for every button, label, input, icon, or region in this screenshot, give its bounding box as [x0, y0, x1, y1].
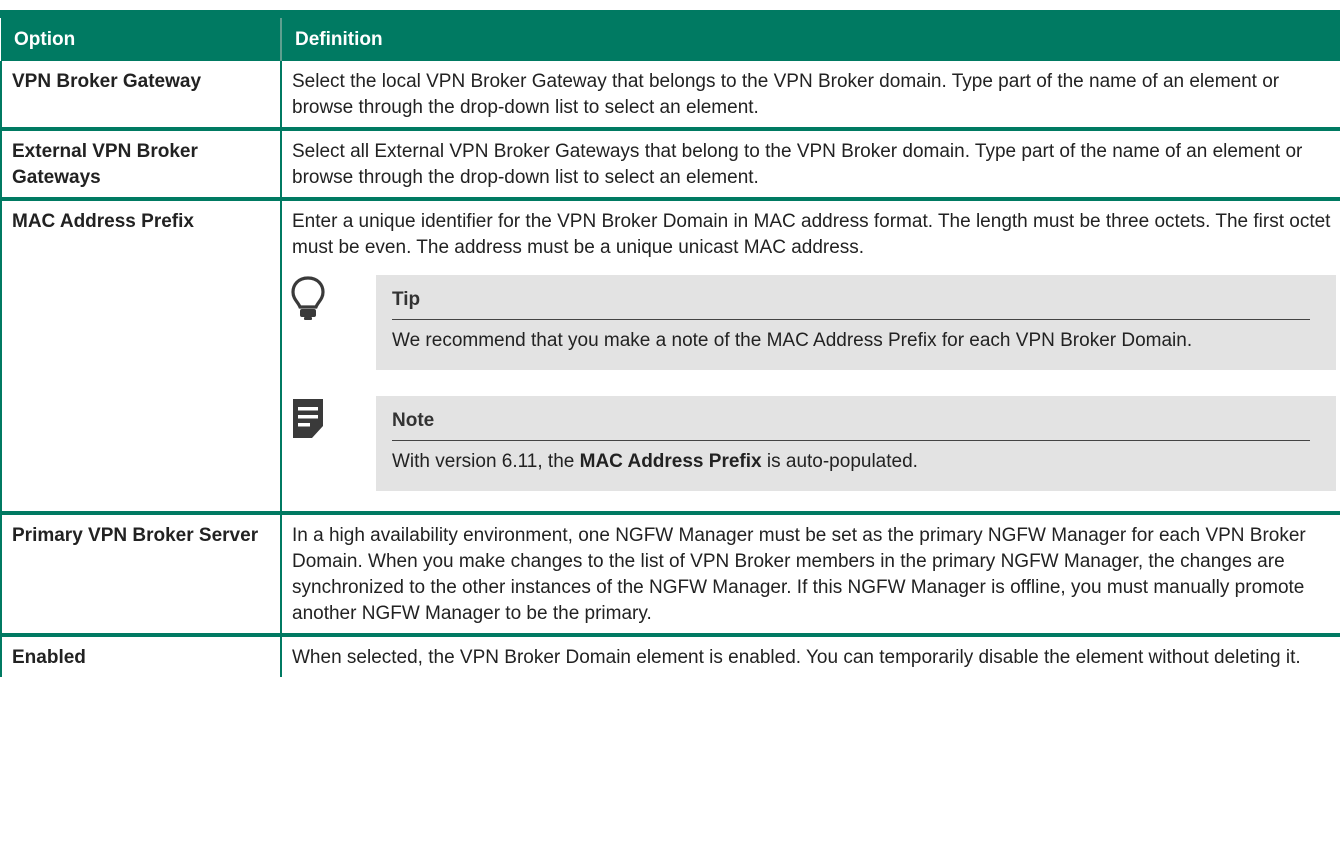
header-definition: Definition — [281, 18, 1340, 61]
note-box: Note With version 6.11, the MAC Address … — [376, 396, 1336, 491]
table-row: Primary VPN Broker Server In a high avai… — [0, 513, 1340, 637]
note-text-after: is auto-populated. — [761, 451, 918, 472]
option-name: Enabled — [0, 635, 282, 677]
option-definition: Select all External VPN Broker Gateways … — [280, 129, 1340, 201]
table-row: Enabled When selected, the VPN Broker Do… — [0, 635, 1340, 677]
tip-box: Tip We recommend that you make a note of… — [376, 275, 1336, 370]
header-option: Option — [1, 18, 282, 61]
option-name: MAC Address Prefix — [0, 199, 282, 515]
top-rule — [0, 10, 1340, 18]
note-text: With version 6.11, the MAC Address Prefi… — [392, 449, 1310, 475]
option-definition: When selected, the VPN Broker Domain ele… — [280, 635, 1340, 677]
table-header-row: Option Definition — [1, 18, 1340, 61]
option-name: External VPN Broker Gateways — [0, 129, 282, 201]
tip-title: Tip — [392, 287, 1310, 320]
note-title: Note — [392, 408, 1310, 441]
tip-callout: Tip We recommend that you make a note of… — [291, 275, 1336, 370]
option-definition: Enter a unique identifier for the VPN Br… — [292, 211, 1331, 258]
document-page: Option Definition VPN Broker Gateway Sel… — [0, 0, 1340, 854]
note-text-before: With version 6.11, the — [392, 451, 580, 472]
lightbulb-icon — [291, 276, 325, 320]
note-callout: Note With version 6.11, the MAC Address … — [292, 396, 1336, 491]
option-definition: Select the local VPN Broker Gateway that… — [280, 61, 1340, 131]
option-definition-cell: Enter a unique identifier for the VPN Br… — [280, 199, 1340, 515]
option-name: VPN Broker Gateway — [0, 61, 282, 131]
note-icon — [293, 399, 323, 438]
options-table: Option Definition VPN Broker Gateway Sel… — [0, 18, 1340, 677]
table-row: MAC Address Prefix Enter a unique identi… — [0, 199, 1340, 515]
option-name: Primary VPN Broker Server — [0, 513, 282, 637]
table-row: VPN Broker Gateway Select the local VPN … — [0, 61, 1340, 131]
note-text-emphasis: MAC Address Prefix — [579, 451, 762, 472]
option-definition: In a high availability environment, one … — [280, 513, 1340, 637]
table-row: External VPN Broker Gateways Select all … — [0, 129, 1340, 201]
tip-text: We recommend that you make a note of the… — [392, 330, 1193, 351]
